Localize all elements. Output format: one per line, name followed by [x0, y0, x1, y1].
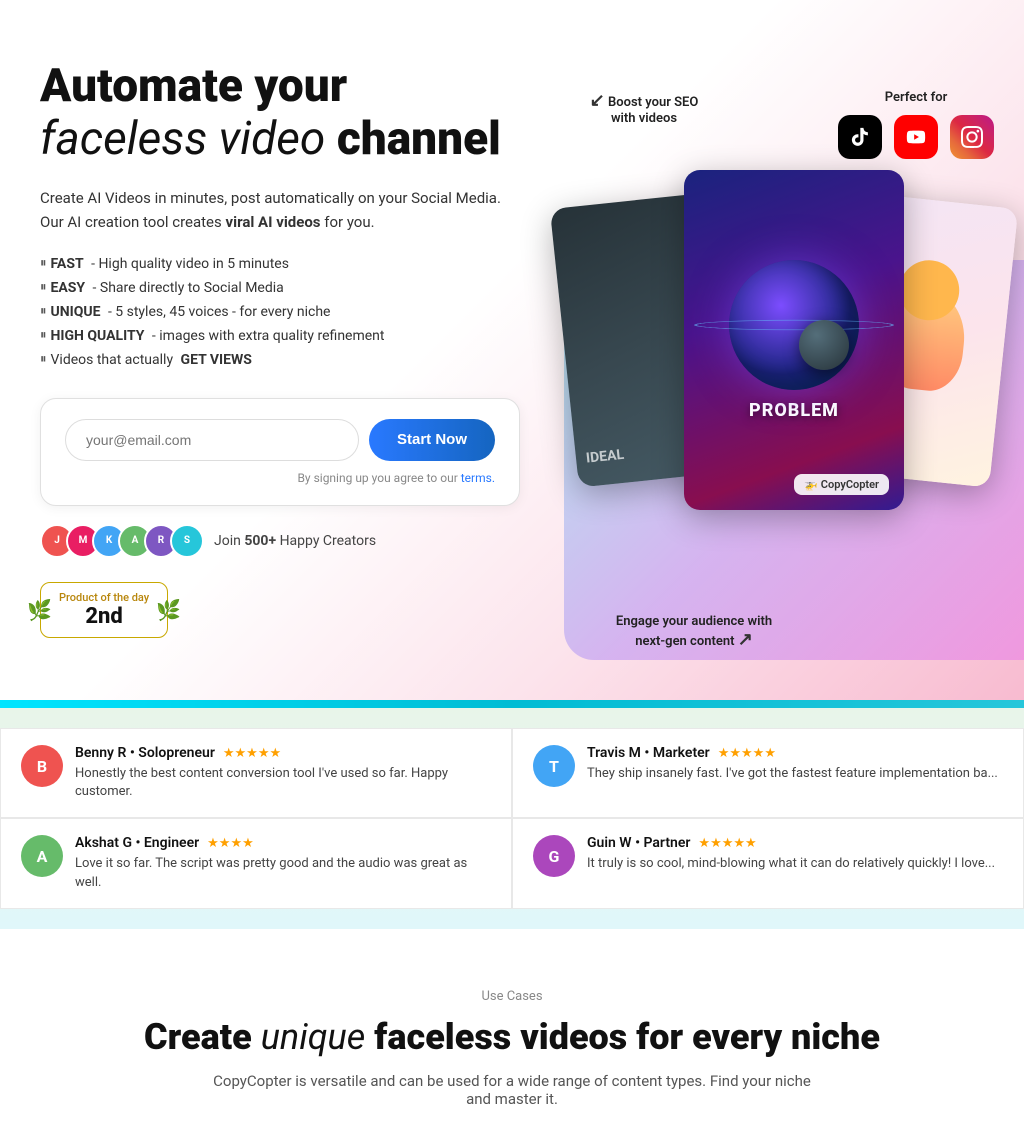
engage-annotation: Engage your audience with next-gen conte… — [604, 614, 784, 650]
use-cases-label: Use Cases — [40, 989, 984, 1004]
perfect-for-label: Perfect for — [838, 90, 994, 105]
tiktok-icon — [838, 115, 882, 159]
planet-ring — [694, 319, 894, 329]
planet-visual — [729, 260, 859, 390]
social-proof-text: Join 500+ Happy Creators — [214, 533, 376, 549]
review-card: G Guin W • Partner ★★★★★ It truly is so … — [512, 818, 1024, 908]
review-avatar: B — [21, 745, 63, 787]
card-left-label: IDEAL — [585, 447, 625, 467]
feature-views: ⏸ Videos that actually GET VIEWS — [40, 352, 520, 368]
instagram-icon — [950, 115, 994, 159]
hero-visual: ↙ Boost your SEO with videos IDEAL — [544, 80, 1024, 660]
signup-box: Start Now By signing up you agree to our… — [40, 398, 520, 506]
signup-row: Start Now — [65, 419, 495, 461]
card-container: IDEAL PROBLEM 🚁 CopyCopter — [564, 140, 1004, 620]
laurel-left-icon: 🌿 — [27, 598, 52, 622]
hero-section: Perfect for Automate your faceless — [0, 0, 1024, 700]
review-text: They ship insanely fast. I've got the fa… — [587, 765, 998, 783]
review-avatar: G — [533, 835, 575, 877]
avatar: S — [170, 524, 204, 558]
use-cases-description: CopyCopter is versatile and can be used … — [212, 1072, 812, 1108]
reviewer-name: Guin W • Partner — [587, 835, 690, 851]
use-cases-section: Use Cases Create unique faceless videos … — [0, 929, 1024, 1148]
feature-unique: ⏸ UNIQUE - 5 styles, 45 voices - for eve… — [40, 304, 520, 320]
video-card-main: PROBLEM 🚁 CopyCopter — [684, 170, 904, 510]
hero-title-italic: faceless video — [40, 112, 325, 166]
bar-icon: ⏸ — [40, 280, 47, 295]
arrow-up-icon: ↗ — [738, 629, 753, 650]
boost-annotation: ↙ Boost your SEO with videos — [584, 90, 704, 126]
hero-description: Create AI Videos in minutes, post automa… — [40, 186, 520, 234]
feature-fast: ⏸ FAST - High quality video in 5 minutes — [40, 256, 520, 272]
avatars-group: J M K A R S — [40, 524, 204, 558]
planet-small — [799, 320, 849, 370]
review-card: T Travis M • Marketer ★★★★★ They ship in… — [512, 728, 1024, 818]
review-header: Guin W • Partner ★★★★★ — [587, 835, 995, 851]
terms-text: By signing up you agree to our terms. — [65, 471, 495, 485]
review-avatar: A — [21, 835, 63, 877]
use-cases-title: Create unique faceless videos for every … — [40, 1016, 984, 1058]
terms-link[interactable]: terms. — [461, 471, 495, 485]
youtube-icon — [894, 115, 938, 159]
review-card: A Akshat G • Engineer ★★★★ Love it so fa… — [0, 818, 512, 908]
bar-icon: ⏸ — [40, 328, 47, 343]
review-header: Benny R • Solopreneur ★★★★★ — [75, 745, 491, 761]
reviewer-name: Travis M • Marketer — [587, 745, 710, 761]
review-header: Travis M • Marketer ★★★★★ — [587, 745, 998, 761]
review-card: B Benny R • Solopreneur ★★★★★ Honestly t… — [0, 728, 512, 818]
review-content: Guin W • Partner ★★★★★ It truly is so co… — [587, 835, 995, 891]
platform-icons — [838, 115, 994, 159]
badge-rank: 2nd — [85, 604, 122, 629]
hero-highlight: viral AI videos — [226, 213, 321, 231]
review-text: It truly is so cool, mind-blowing what i… — [587, 855, 995, 873]
use-cases-title-unique: unique — [261, 1016, 366, 1058]
arrow-icon: ↙ — [590, 90, 605, 111]
review-text: Love it so far. The script was pretty go… — [75, 855, 491, 891]
feature-quality: ⏸ HIGH QUALITY - images with extra quali… — [40, 328, 520, 344]
reviewer-name: Benny R • Solopreneur — [75, 745, 215, 761]
review-text: Honestly the best content conversion too… — [75, 765, 491, 801]
gradient-bar — [0, 700, 1024, 708]
review-stars: ★★★★★ — [718, 746, 776, 761]
review-stars: ★★★★ — [207, 836, 254, 851]
review-avatar: T — [533, 745, 575, 787]
start-now-button[interactable]: Start Now — [369, 419, 495, 461]
laurel-right-icon: 🌿 — [156, 598, 181, 622]
card-main-label: PROBLEM — [749, 400, 839, 421]
use-cases-title-end: faceless videos for every niche — [374, 1016, 880, 1058]
hero-title-bold: channel — [337, 112, 501, 166]
hero-content: Automate your faceless video channel Cre… — [0, 40, 560, 658]
bar-icon: ⏸ — [40, 256, 47, 271]
review-stars: ★★★★★ — [698, 836, 756, 851]
review-header: Akshat G • Engineer ★★★★ — [75, 835, 491, 851]
email-input[interactable] — [65, 419, 359, 461]
bar-icon: ⏸ — [40, 304, 47, 319]
bar-icon: ⏸ — [40, 352, 47, 367]
use-cases-title-create: Create — [144, 1016, 252, 1058]
review-content: Akshat G • Engineer ★★★★ Love it so far.… — [75, 835, 491, 891]
review-content: Benny R • Solopreneur ★★★★★ Honestly the… — [75, 745, 491, 801]
review-stars: ★★★★★ — [223, 746, 281, 761]
hero-title: Automate your faceless video channel — [40, 60, 520, 166]
copter-badge: 🚁 CopyCopter — [794, 474, 889, 495]
hero-title-line1: Automate your — [40, 59, 347, 113]
reviewer-name: Akshat G • Engineer — [75, 835, 199, 851]
badge-label: Product of the day — [59, 591, 149, 604]
social-proof: J M K A R S Join 500+ Happy Creators — [40, 524, 520, 558]
feature-easy: ⏸ EASY - Share directly to Social Media — [40, 280, 520, 296]
reviews-section: B Benny R • Solopreneur ★★★★★ Honestly t… — [0, 708, 1024, 929]
review-content: Travis M • Marketer ★★★★★ They ship insa… — [587, 745, 998, 801]
perfect-for-panel: Perfect for — [838, 90, 994, 159]
features-list: ⏸ FAST - High quality video in 5 minutes… — [40, 256, 520, 368]
product-of-day-badge: 🌿 Product of the day 2nd 🌿 — [40, 582, 168, 638]
reviews-grid: B Benny R • Solopreneur ★★★★★ Honestly t… — [0, 728, 1024, 909]
